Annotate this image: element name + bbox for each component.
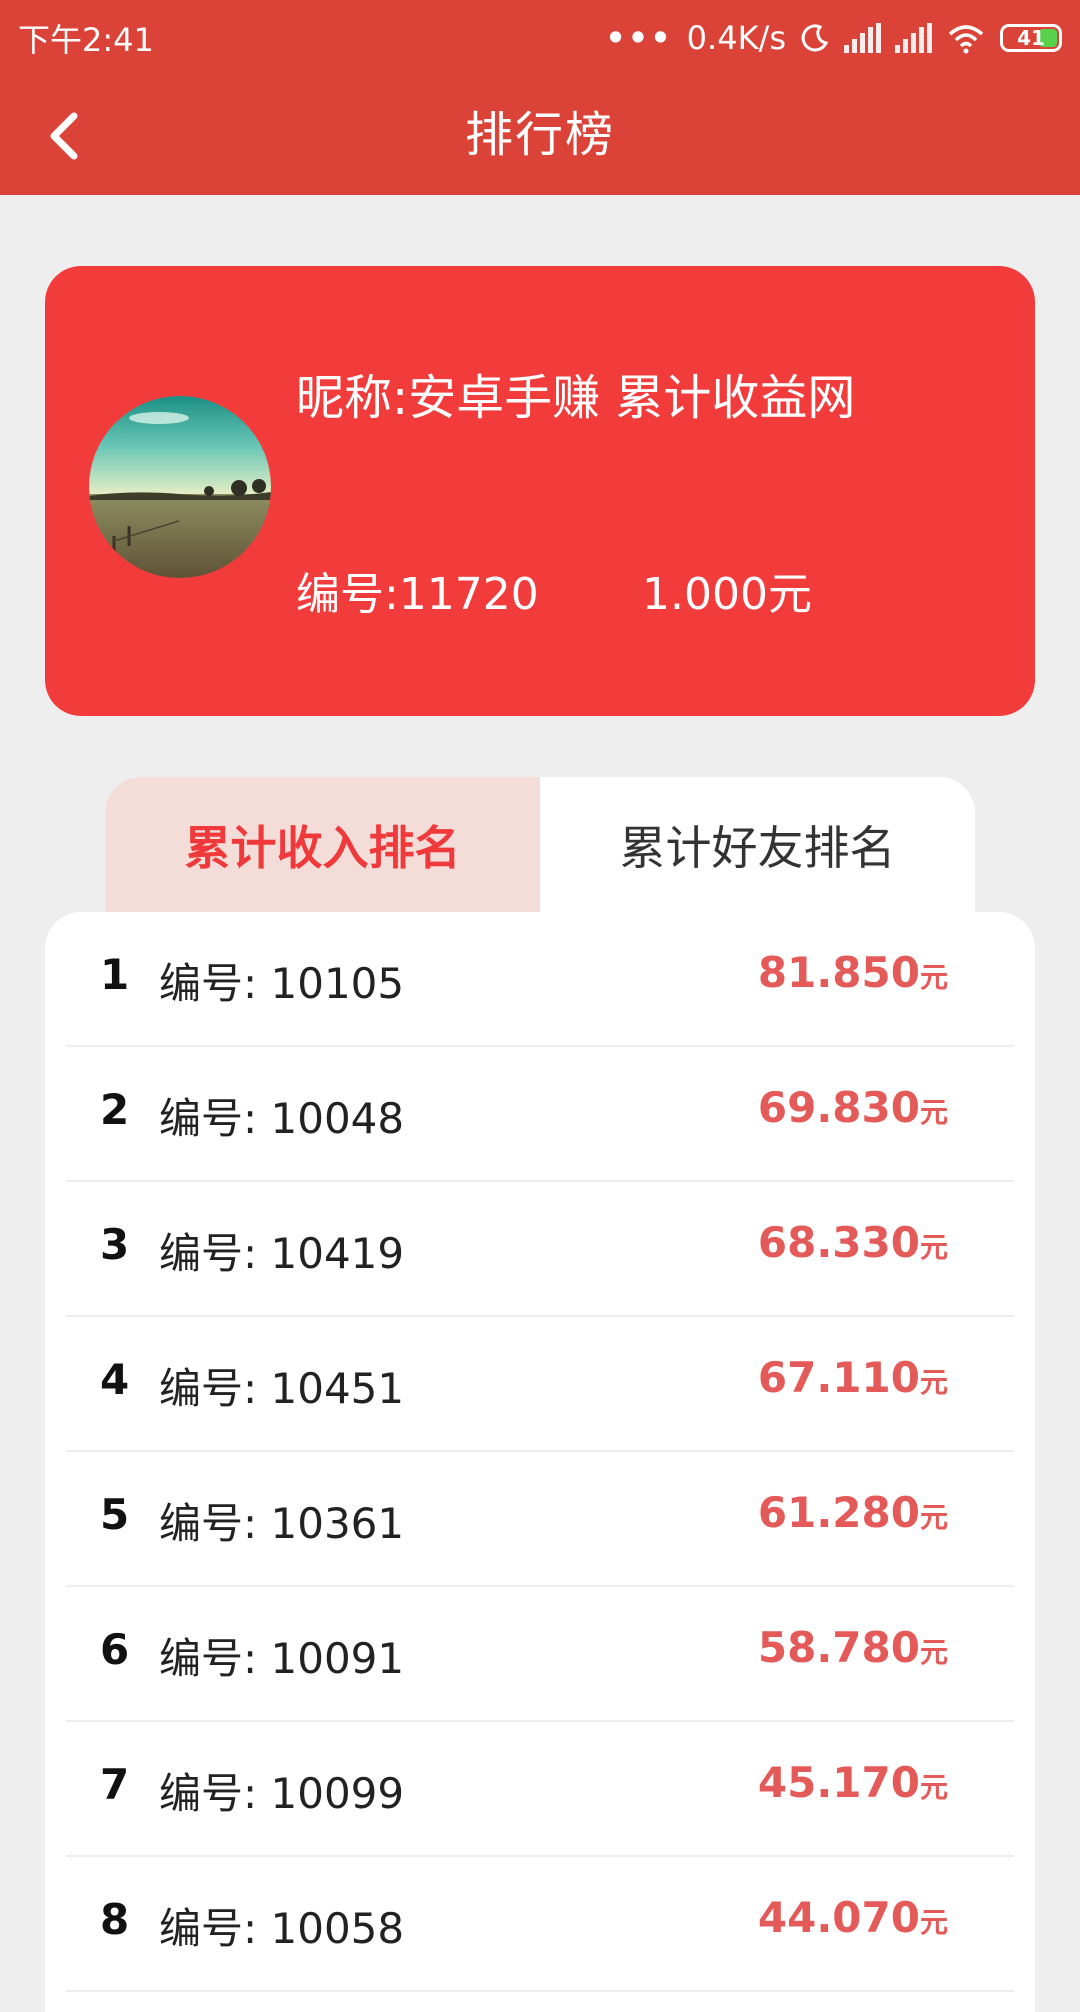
profile-total-earnings: 1.000元 (642, 569, 812, 620)
earnings-amount: 44.070元 (757, 1893, 948, 1942)
list-item[interactable]: 1 编号: 10105 81.850元 (66, 912, 1014, 1047)
page-title: 排行榜 (464, 107, 615, 163)
user-id: 编号: 10048 (159, 1094, 405, 1143)
tab-income-ranking[interactable]: 累计收入排名 (105, 777, 540, 912)
profile-nickname: 昵称:安卓手赚 累计收益网 (296, 370, 856, 426)
status-icons: ••• 0.4K/s 41 (605, 19, 1062, 57)
tab-friends-ranking[interactable]: 累计好友排名 (540, 777, 975, 912)
chevron-left-icon[interactable] (38, 106, 98, 166)
user-id: 编号: 10361 (159, 1499, 405, 1548)
app-bar: 排行榜 (0, 76, 1080, 195)
landscape-avatar-image (89, 396, 271, 578)
profile-card: 昵称:安卓手赚 累计收益网 编号:11720 1.000元 (45, 266, 1035, 716)
ranking-list: 1 编号: 10105 81.850元 2 编号: 10048 69.830元 … (45, 912, 1035, 2012)
moon-icon (801, 24, 829, 52)
list-item[interactable]: 2 编号: 10048 69.830元 (66, 1047, 1014, 1182)
status-bar: 下午2:41 ••• 0.4K/s 41 (0, 0, 1080, 76)
earnings-amount: 61.280元 (757, 1488, 948, 1537)
earnings-amount: 81.850元 (757, 948, 948, 997)
battery-level: 41 (1017, 26, 1045, 50)
avatar[interactable] (89, 396, 271, 578)
list-item[interactable]: 5 编号: 10361 61.280元 (66, 1452, 1014, 1587)
status-time: 下午2:41 (18, 21, 154, 59)
earnings-amount: 69.830元 (757, 1083, 948, 1132)
rank-number: 5 (100, 1490, 130, 1539)
signal-icon (844, 23, 881, 53)
ranking-tabs: 累计收入排名 累计好友排名 (105, 777, 975, 912)
user-id: 编号: 10105 (159, 959, 405, 1008)
earnings-amount: 45.170元 (757, 1758, 948, 1807)
rank-number: 4 (100, 1355, 130, 1404)
earnings-amount: 68.330元 (757, 1218, 948, 1267)
rank-number: 6 (100, 1625, 130, 1674)
battery-icon: 41 (1000, 24, 1062, 52)
user-id: 编号: 10099 (159, 1769, 405, 1818)
profile-id: 编号:11720 (296, 569, 539, 620)
list-item[interactable]: 7 编号: 10099 45.170元 (66, 1722, 1014, 1857)
user-id: 编号: 10419 (159, 1229, 405, 1278)
earnings-amount: 67.110元 (757, 1353, 948, 1402)
list-item[interactable]: 3 编号: 10419 68.330元 (66, 1182, 1014, 1317)
wifi-icon (948, 25, 984, 54)
list-item[interactable]: 6 编号: 10091 58.780元 (66, 1587, 1014, 1722)
user-id: 编号: 10451 (159, 1364, 405, 1413)
network-speed: 0.4K/s (686, 19, 786, 57)
user-id: 编号: 10058 (159, 1904, 405, 1953)
signal-icon (895, 23, 932, 53)
rank-number: 1 (100, 950, 130, 999)
rank-number: 3 (100, 1220, 130, 1269)
more-dots-icon: ••• (605, 19, 673, 57)
earnings-amount: 58.780元 (757, 1623, 948, 1672)
list-item[interactable]: 4 编号: 10451 67.110元 (66, 1317, 1014, 1452)
rank-number: 7 (100, 1760, 130, 1809)
list-item[interactable]: 8 编号: 10058 44.070元 (66, 1857, 1014, 1992)
user-id: 编号: 10091 (159, 1634, 405, 1683)
rank-number: 2 (100, 1085, 130, 1134)
